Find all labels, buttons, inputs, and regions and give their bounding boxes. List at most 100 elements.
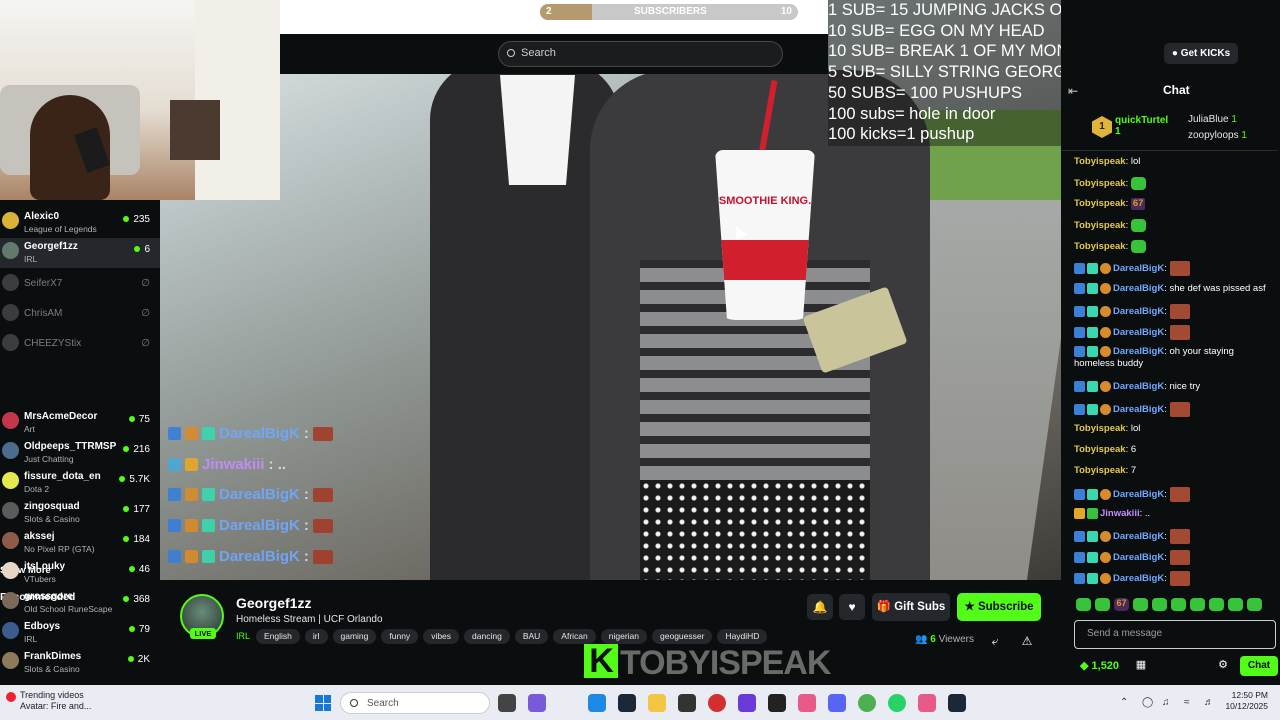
- chat-username[interactable]: Tobyispeak: [1074, 423, 1126, 434]
- tag-vibes[interactable]: vibes: [423, 629, 460, 644]
- tag-funny[interactable]: funny: [381, 629, 419, 644]
- sidebar-channel-alexic0[interactable]: Alexic0 League of Legends 235: [0, 208, 160, 238]
- emote-67-icon[interactable]: 67: [1114, 598, 1129, 611]
- chat-username[interactable]: DarealBigK: [1113, 263, 1164, 274]
- search-input[interactable]: Search: [498, 41, 783, 67]
- sidebar-recommended-oldpeeps_ttrmsp[interactable]: Oldpeeps_TTRMSP Just Chatting 216: [0, 438, 160, 468]
- app5-icon[interactable]: [918, 694, 936, 712]
- emote-icon[interactable]: [1190, 598, 1205, 611]
- chat-username[interactable]: Tobyispeak: [1074, 220, 1126, 231]
- chat-username[interactable]: Tobyispeak: [1074, 178, 1126, 189]
- heart-icon[interactable]: ♥: [839, 594, 865, 620]
- channel-points[interactable]: ◆ 1,520: [1080, 659, 1119, 672]
- chat-username[interactable]: Tobyispeak: [1074, 444, 1126, 455]
- badge-icon: [1087, 573, 1098, 584]
- tag-bau[interactable]: BAU: [514, 629, 549, 644]
- chat-input[interactable]: Send a message: [1074, 620, 1276, 649]
- chat-username[interactable]: DarealBigK: [1113, 531, 1164, 542]
- emote-icon[interactable]: [1095, 598, 1110, 611]
- goal-line: 100 subs= hole in door: [828, 104, 996, 123]
- sidebar-recommended-edboys[interactable]: Edboys IRL 79: [0, 618, 160, 648]
- chat-username[interactable]: Tobyispeak: [1074, 241, 1126, 252]
- tag-english[interactable]: English: [256, 629, 300, 644]
- chat-send-button[interactable]: Chat: [1240, 656, 1278, 676]
- chat-username[interactable]: DarealBigK: [1113, 283, 1164, 294]
- sidebar-channel-chrisam[interactable]: ChrisAM ∅: [0, 300, 160, 330]
- chat-username[interactable]: Tobyispeak: [1074, 156, 1126, 167]
- taskbar-search[interactable]: Search: [340, 692, 490, 714]
- goal-line: 10 SUB= BREAK 1 OF MY MONITERS: [828, 42, 1117, 61]
- sidebar-recommended-akssej[interactable]: akssej No Pixel RP (GTA) 184: [0, 528, 160, 558]
- chat-username[interactable]: DarealBigK: [1113, 552, 1164, 563]
- emote-bar[interactable]: 67: [1076, 598, 1262, 611]
- chat-username[interactable]: DarealBigK: [1113, 346, 1164, 357]
- emote-icon[interactable]: [1152, 598, 1167, 611]
- chat-username[interactable]: DarealBigK: [1113, 306, 1164, 317]
- wifi-icon[interactable]: ≈: [1184, 697, 1190, 708]
- steam-icon[interactable]: [618, 694, 636, 712]
- sidebar-recommended-itslouky[interactable]: itsLouky VTubers 46: [0, 558, 160, 588]
- emote-icon[interactable]: [1228, 598, 1243, 611]
- chat-username[interactable]: DarealBigK: [1113, 404, 1164, 415]
- sidebar-recommended-grossgore[interactable]: grossgore Old School RuneScape 368: [0, 588, 160, 618]
- sidebar-channel-georgef1zz[interactable]: Georgef1zz IRL 6: [0, 238, 160, 268]
- subscribe-button[interactable]: ★ Subscribe: [957, 593, 1041, 621]
- trending-widget[interactable]: Trending videos Avatar: Fire and...: [20, 690, 91, 712]
- collapse-chat-icon[interactable]: ⇤: [1068, 84, 1078, 98]
- tag-dancing[interactable]: dancing: [464, 629, 510, 644]
- bell-icon[interactable]: 🔔: [807, 594, 833, 620]
- windows-start-icon[interactable]: [315, 695, 331, 711]
- file-explorer-icon[interactable]: [648, 694, 666, 712]
- emote-icon[interactable]: [1209, 598, 1224, 611]
- discord-icon[interactable]: [828, 694, 846, 712]
- sidebar-recommended-fissure_dota_en[interactable]: fissure_dota_en Dota 2 5.7K: [0, 468, 160, 498]
- app3-icon[interactable]: [768, 694, 786, 712]
- tag-irl[interactable]: irl: [304, 629, 328, 644]
- chat-username[interactable]: DarealBigK: [1113, 489, 1164, 500]
- report-icon[interactable]: ⚠: [1014, 628, 1040, 654]
- chat-username[interactable]: Tobyispeak: [1074, 198, 1126, 209]
- edge-icon[interactable]: [588, 694, 606, 712]
- sidebar-channel-cheezystix[interactable]: CHEEZYStix ∅: [0, 330, 160, 360]
- stream-category[interactable]: IRL: [236, 631, 250, 641]
- chat-username[interactable]: DarealBigK: [1113, 573, 1164, 584]
- emote-icon[interactable]: [1171, 598, 1186, 611]
- sidebar-channel-seiferx7[interactable]: SeiferX7 ∅: [0, 270, 160, 300]
- opera-icon[interactable]: [708, 694, 726, 712]
- emote-icon[interactable]: [1076, 598, 1091, 611]
- gift-subs-button[interactable]: 🎁 Gift Subs: [872, 593, 950, 621]
- sidebar-recommended-frankdimes[interactable]: FrankDimes Slots & Casino 2K: [0, 648, 160, 678]
- sidebar-recommended-zingosquad[interactable]: zingosquad Slots & Casino 177: [0, 498, 160, 528]
- chat-gift-icon[interactable]: ▦: [1130, 655, 1152, 675]
- task-view-icon[interactable]: [498, 694, 516, 712]
- app-icon[interactable]: [678, 694, 696, 712]
- chrome-icon[interactable]: [858, 694, 876, 712]
- sidebar-recommended-mrsacmedecor[interactable]: MrsAcmeDecor Art 75: [0, 408, 160, 438]
- chat-settings-icon[interactable]: ⚙: [1212, 655, 1234, 675]
- volume-icon[interactable]: ♬: [1204, 697, 1214, 708]
- live-dot-icon: [128, 416, 135, 423]
- tag-gaming[interactable]: gaming: [332, 629, 377, 644]
- tag-geoguesser[interactable]: geoguesser: [652, 629, 713, 644]
- chat-username[interactable]: DarealBigK: [1113, 327, 1164, 338]
- mic-icon[interactable]: ♫: [1162, 697, 1170, 708]
- copilot-icon[interactable]: [528, 694, 546, 712]
- live-dot-icon: [123, 446, 130, 453]
- chat-username[interactable]: DarealBigK: [1113, 381, 1164, 392]
- app4-icon[interactable]: [798, 694, 816, 712]
- emote-icon[interactable]: [1247, 598, 1262, 611]
- chat-username[interactable]: Tobyispeak: [1074, 465, 1126, 476]
- emote-icon[interactable]: [1133, 598, 1148, 611]
- share-icon[interactable]: ⤶: [982, 628, 1008, 654]
- tray-chevron-icon[interactable]: ⌃: [1120, 697, 1128, 708]
- whatsapp-icon[interactable]: [888, 694, 906, 712]
- streamer-name[interactable]: Georgef1zz: [236, 595, 311, 611]
- tag-haydihd[interactable]: HaydiHD: [717, 629, 768, 644]
- app2-icon[interactable]: [738, 694, 756, 712]
- get-kicks-button[interactable]: ● Get KICKs: [1164, 43, 1238, 64]
- chat-username[interactable]: Jinwakiii: [1100, 508, 1140, 519]
- network-icon[interactable]: ◯: [1142, 697, 1153, 708]
- steam2-icon[interactable]: [948, 694, 966, 712]
- badge-icon: [202, 427, 215, 440]
- taskbar-clock[interactable]: 12:50 PM 10/12/2025: [1224, 690, 1268, 712]
